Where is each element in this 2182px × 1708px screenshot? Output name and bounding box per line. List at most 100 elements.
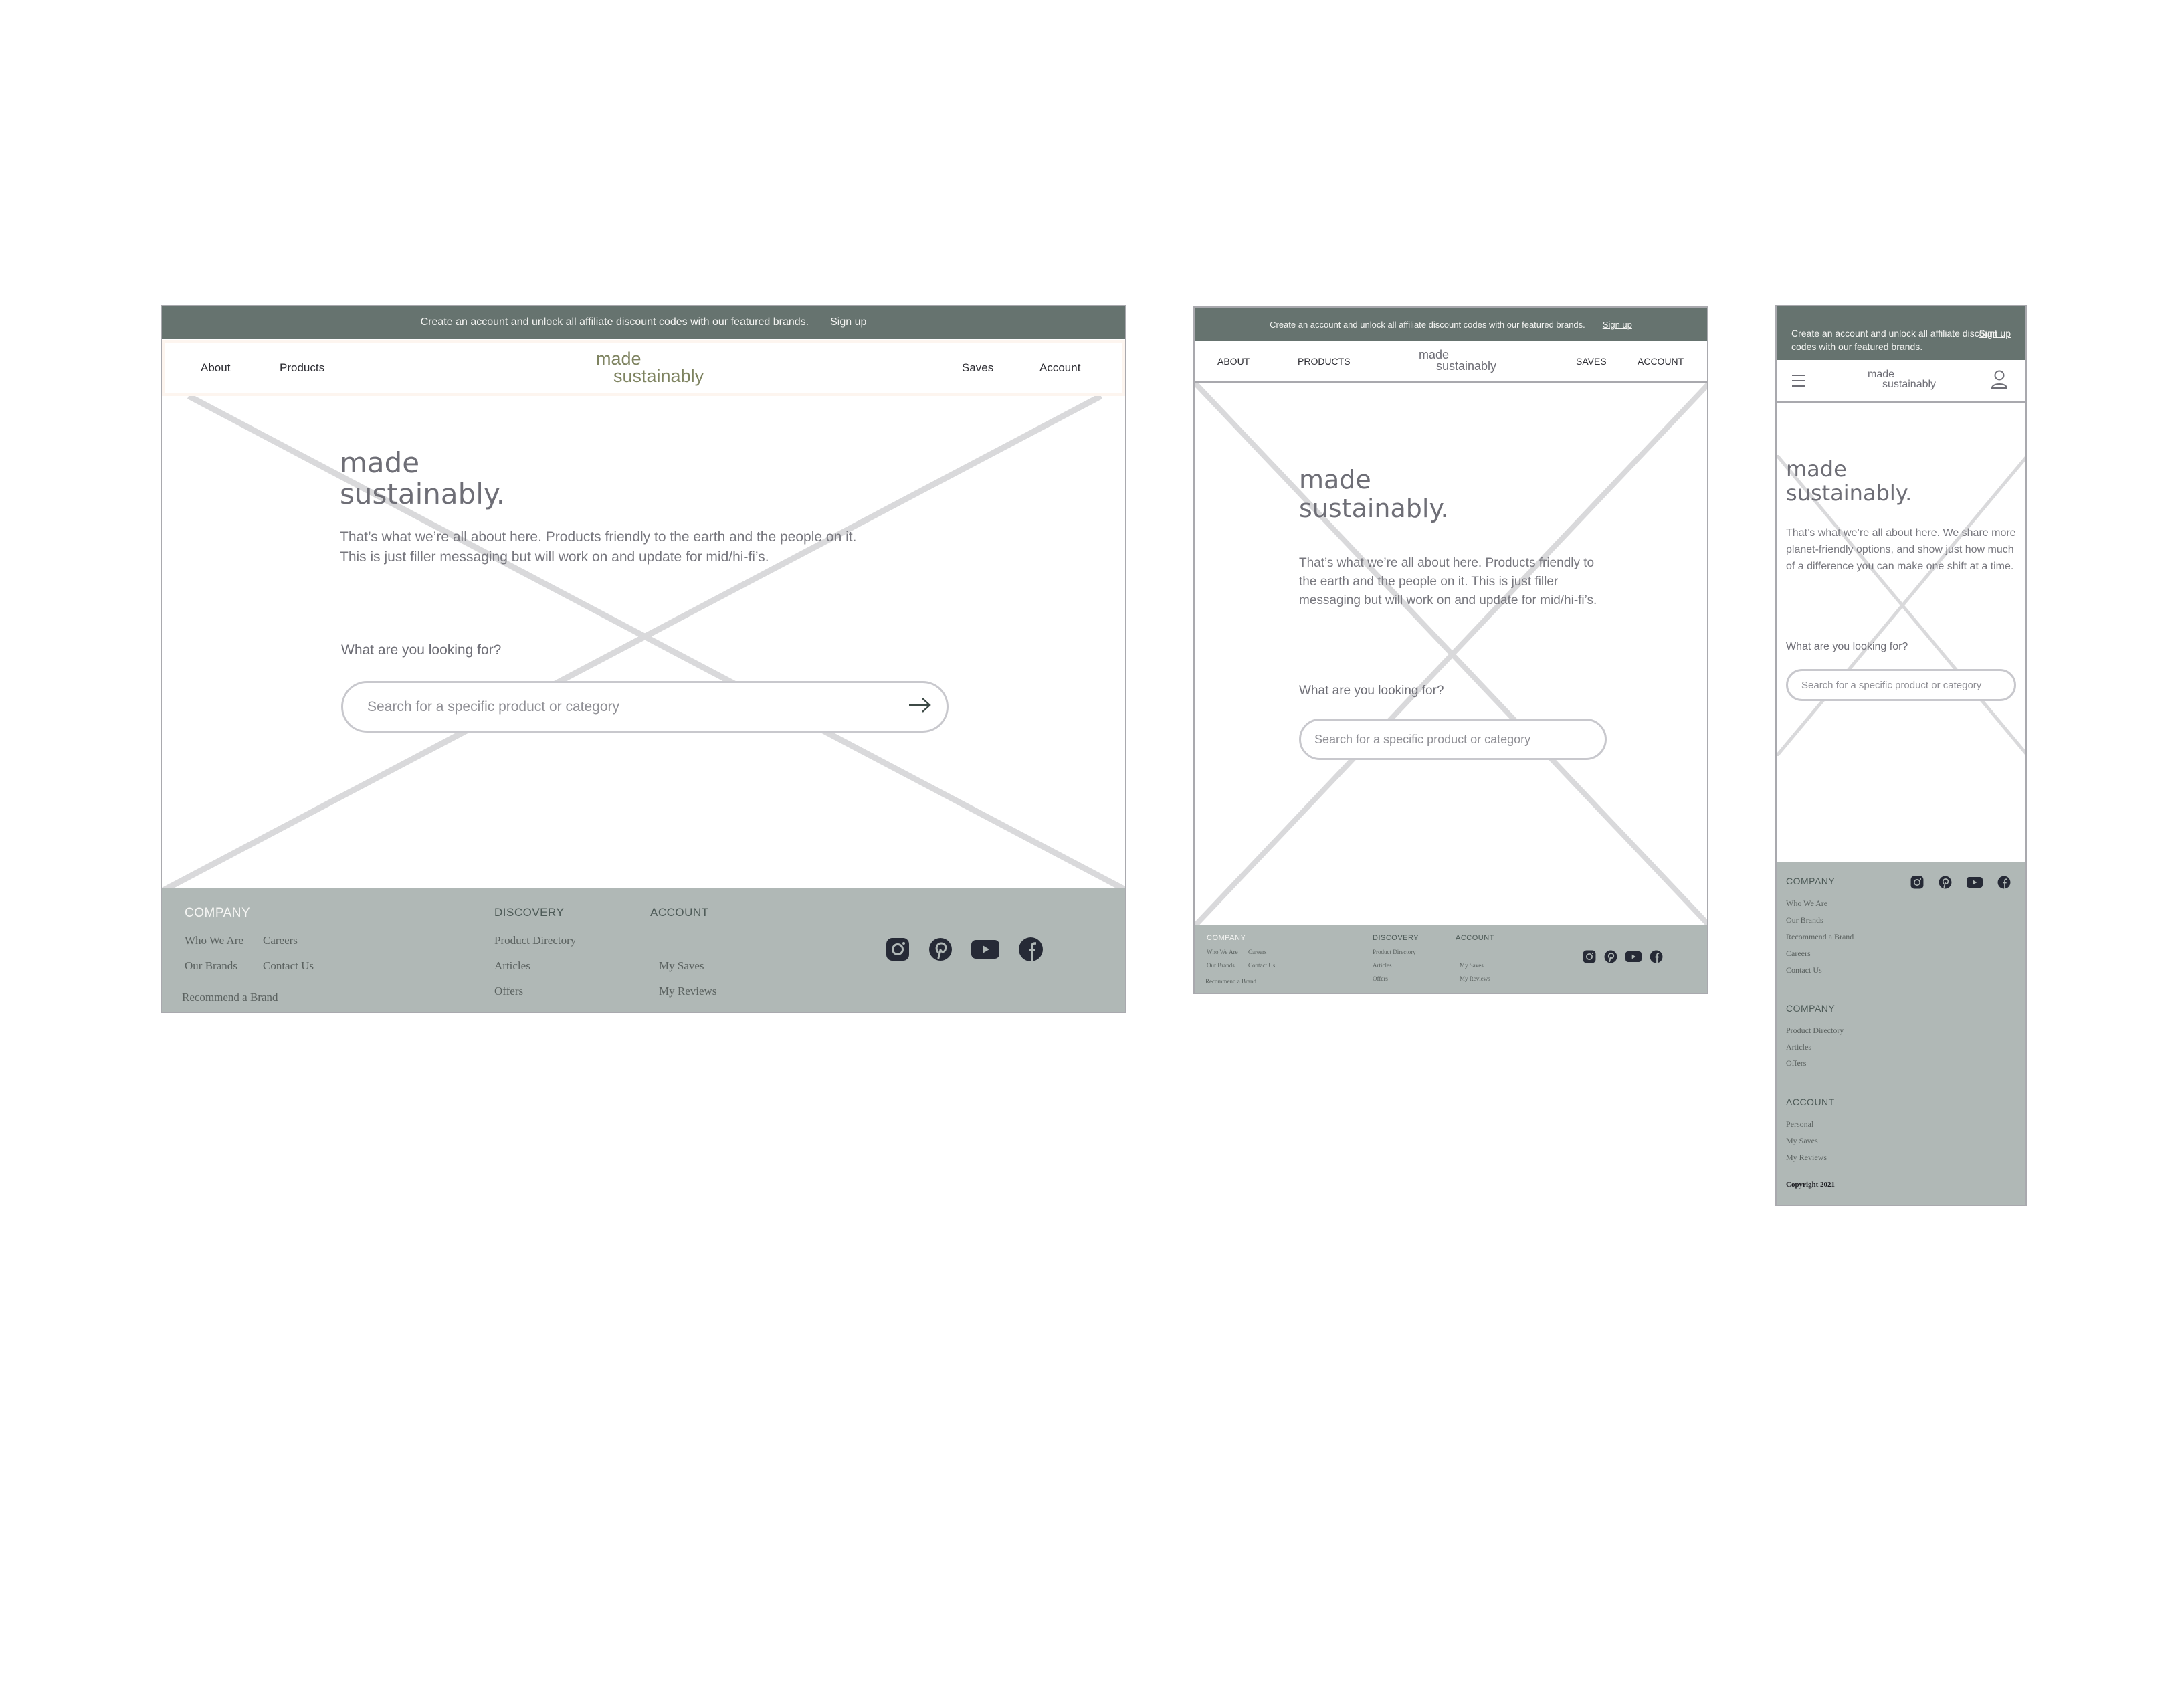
promo-banner: Create an account and unlock all affilia…	[1195, 308, 1707, 341]
desktop-frame: Create an account and unlock all affilia…	[161, 305, 1126, 1013]
footer-link-our-brands[interactable]: Our Brands	[1207, 962, 1235, 969]
footer-link-product-directory[interactable]: Product Directory	[1373, 949, 1416, 955]
footer-link-my-reviews[interactable]: My Reviews	[659, 985, 716, 998]
hero-description: That’s what we’re all about here. Produc…	[340, 529, 857, 565]
search-bar	[1299, 719, 1607, 760]
footer-link-articles[interactable]: Articles	[1373, 962, 1392, 969]
logo[interactable]: made sustainably	[596, 350, 704, 385]
hero-description: That’s what we’re all about here. We sha…	[1786, 527, 2016, 572]
tablet-frame: Create an account and unlock all affilia…	[1193, 306, 1708, 994]
footer-link-contact-us[interactable]: Contact Us	[1786, 965, 1822, 975]
hero-title: made sustainably.	[340, 446, 506, 511]
youtube-icon[interactable]	[1967, 876, 1983, 888]
copyright: Copyright 2021	[1786, 1181, 1836, 1189]
footer-link-my-reviews[interactable]: My Reviews	[1460, 975, 1490, 982]
main-nav: About Products made sustainably Saves Ac…	[162, 340, 1125, 396]
signup-link[interactable]: Sign up	[1603, 320, 1632, 330]
footer-link-who-we-are[interactable]: Who We Are	[185, 934, 243, 947]
footer: COMPANY Who We Are Our Brands Recommend …	[1777, 862, 2025, 1205]
footer-link-articles[interactable]: Articles	[494, 959, 530, 973]
footer-link-who-we-are[interactable]: Who We Are	[1207, 949, 1238, 955]
footer-link-careers[interactable]: Careers	[1786, 949, 1811, 959]
footer-link-product-directory[interactable]: Product Directory	[1786, 1026, 1844, 1036]
facebook-icon[interactable]	[1650, 950, 1663, 963]
footer-link-my-reviews[interactable]: My Reviews	[1786, 1153, 1827, 1163]
instagram-icon[interactable]	[1910, 876, 1924, 889]
footer-heading-company: COMPANY	[1786, 876, 1836, 886]
footer-link-my-saves[interactable]: My Saves	[659, 959, 704, 973]
footer-link-who-we-are[interactable]: Who We Are	[1786, 898, 1827, 909]
nav-account[interactable]: Account	[1039, 361, 1080, 375]
promo-text: Create an account and unlock all affilia…	[420, 316, 809, 328]
footer-link-articles[interactable]: Articles	[1786, 1042, 1811, 1052]
hamburger-menu-icon[interactable]	[1791, 373, 1806, 391]
instagram-icon[interactable]	[886, 937, 910, 961]
search-bar	[341, 681, 949, 733]
footer-link-careers[interactable]: Careers	[263, 934, 298, 947]
footer-heading-company: COMPANY	[185, 906, 251, 920]
footer-heading-account: ACCOUNT	[1456, 934, 1494, 942]
pinterest-icon[interactable]	[1939, 876, 1952, 889]
social-links	[886, 937, 1044, 962]
hero-title: made sustainably.	[1786, 456, 1912, 506]
footer-link-my-saves[interactable]: My Saves	[1786, 1136, 1818, 1146]
footer-link-contact-us[interactable]: Contact Us	[1248, 962, 1275, 969]
nav-saves[interactable]: SAVES	[1576, 356, 1607, 367]
image-placeholder-cross	[162, 396, 1125, 891]
logo[interactable]: made sustainably	[1419, 349, 1496, 372]
footer-link-my-saves[interactable]: My Saves	[1460, 962, 1484, 969]
social-links	[1910, 876, 2011, 889]
youtube-icon[interactable]	[1625, 951, 1642, 963]
footer: COMPANY Who We Are Careers Our Brands Co…	[1195, 925, 1707, 993]
footer-link-personal[interactable]: Personal	[1786, 1119, 1813, 1129]
search-label: What are you looking for?	[341, 642, 502, 658]
facebook-icon[interactable]	[1018, 937, 1044, 962]
footer-link-offers[interactable]: Offers	[1373, 975, 1388, 982]
user-icon[interactable]	[1991, 369, 2008, 393]
arrow-right-icon[interactable]	[908, 697, 932, 717]
instagram-icon[interactable]	[1583, 950, 1596, 963]
main-nav: made sustainably	[1777, 361, 2025, 403]
nav-account[interactable]: ACCOUNT	[1638, 356, 1684, 367]
pinterest-icon[interactable]	[928, 937, 953, 961]
promo-text: Create an account and unlock all affilia…	[1791, 328, 1997, 352]
footer-heading-discovery: DISCOVERY	[1373, 934, 1419, 942]
nav-about[interactable]: ABOUT	[1217, 356, 1250, 367]
promo-banner: Create an account and unlock all affilia…	[1777, 306, 2025, 360]
footer-heading-discovery: DISCOVERY	[494, 906, 565, 919]
footer-link-contact-us[interactable]: Contact Us	[263, 959, 314, 973]
pinterest-icon[interactable]	[1604, 950, 1617, 963]
signup-link[interactable]: Sign up	[830, 316, 866, 328]
search-label: What are you looking for?	[1786, 641, 1908, 652]
search-input[interactable]	[1313, 731, 1593, 747]
footer: COMPANY Who We Are Careers Our Brands Co…	[162, 888, 1125, 1012]
image-placeholder-cross	[1195, 383, 1707, 926]
social-links	[1583, 950, 1663, 963]
promo-banner: Create an account and unlock all affilia…	[162, 306, 1125, 339]
search-input[interactable]	[366, 698, 908, 716]
logo[interactable]: made sustainably	[1868, 369, 1936, 389]
search-label: What are you looking for?	[1299, 684, 1444, 698]
footer-link-our-brands[interactable]: Our Brands	[185, 959, 237, 973]
nav-products[interactable]: Products	[280, 361, 324, 375]
hero-description: That’s what we’re all about here. Produc…	[1299, 556, 1597, 607]
search-input[interactable]	[1800, 678, 2002, 692]
hero-title: made sustainably.	[1299, 465, 1449, 523]
footer-heading-account: ACCOUNT	[650, 906, 709, 919]
footer-link-our-brands[interactable]: Our Brands	[1786, 915, 1823, 925]
mobile-frame: Create an account and unlock all affilia…	[1775, 305, 2027, 1206]
youtube-icon[interactable]	[971, 939, 999, 959]
nav-products[interactable]: PRODUCTS	[1298, 356, 1351, 367]
footer-link-offers[interactable]: Offers	[1786, 1058, 1806, 1068]
search-bar	[1786, 669, 2016, 701]
footer-link-recommend-brand[interactable]: Recommend a Brand	[182, 991, 278, 1004]
footer-heading-account: ACCOUNT	[1786, 1097, 1835, 1107]
footer-link-offers[interactable]: Offers	[494, 985, 523, 998]
footer-link-recommend-brand[interactable]: Recommend a Brand	[1205, 978, 1256, 985]
footer-link-product-directory[interactable]: Product Directory	[494, 934, 576, 947]
footer-link-careers[interactable]: Careers	[1248, 949, 1266, 955]
nav-saves[interactable]: Saves	[962, 361, 993, 375]
footer-link-recommend-brand[interactable]: Recommend a Brand	[1786, 932, 1854, 942]
facebook-icon[interactable]	[1997, 876, 2011, 889]
nav-about[interactable]: About	[201, 361, 230, 375]
